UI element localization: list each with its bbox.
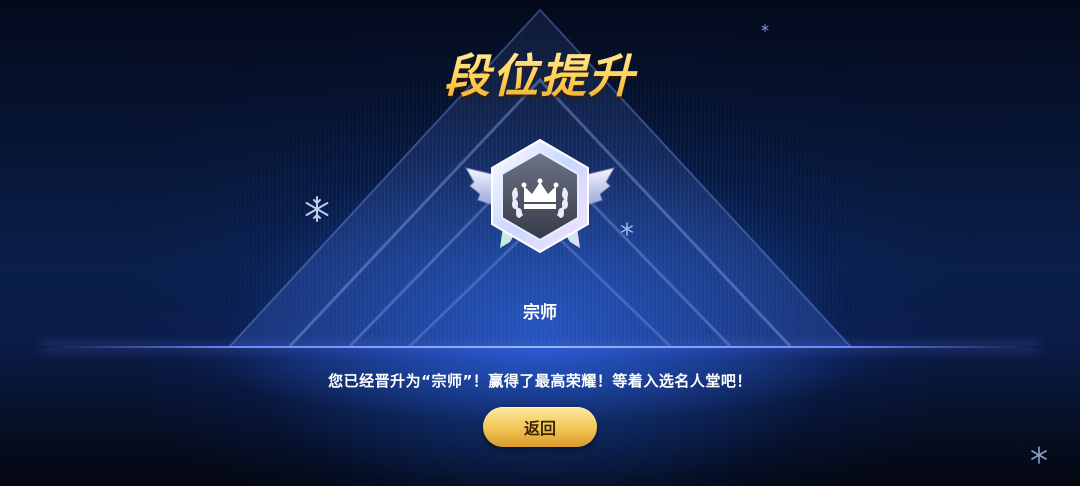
rank-name: 宗师 xyxy=(523,303,557,323)
back-button[interactable]: 返回 xyxy=(483,407,597,447)
crown-laurel-badge-icon xyxy=(464,138,616,254)
snowflake-icon xyxy=(305,196,329,222)
snowflake-icon xyxy=(621,222,633,236)
snowflake-icon xyxy=(761,24,769,32)
snowflake-icon xyxy=(1031,446,1047,464)
promotion-message: 您已经晋升为“宗师”！赢得了最高荣耀！等着入选名人堂吧！ xyxy=(328,372,752,390)
page-title: 段位提升 xyxy=(0,40,1080,106)
rank-up-screen: 段位提升 宗师 您已经晋升为“宗师”！赢得了最高荣耀！等着入选名人堂吧！ 返回 xyxy=(0,0,1080,486)
